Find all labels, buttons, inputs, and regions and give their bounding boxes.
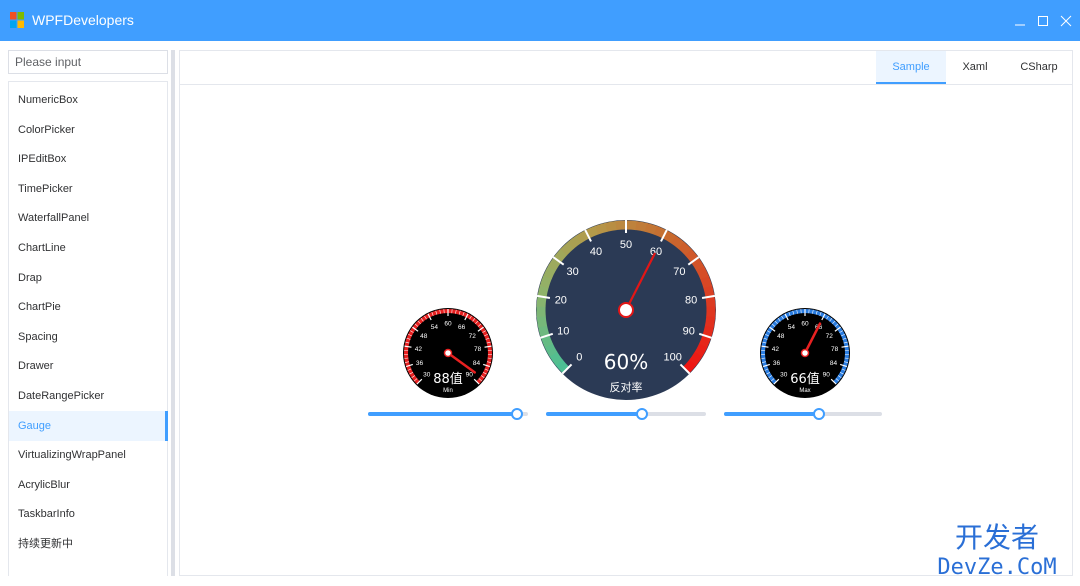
devze-watermark-logo: 开发者 DevZe.CoM bbox=[937, 521, 1056, 580]
gauge-tick-label: 30 bbox=[566, 266, 578, 278]
gauge-tick-label: 48 bbox=[777, 333, 785, 340]
gauge-color-arc bbox=[705, 295, 716, 308]
gauge-tick-label: 30 bbox=[423, 372, 431, 379]
gauge-color-arc bbox=[605, 221, 618, 232]
gauge-tick-label: 60 bbox=[444, 321, 452, 328]
gauge-color-arc bbox=[543, 265, 557, 280]
gauge-tick-label: 90 bbox=[683, 325, 695, 337]
svg-text:开发者: 开发者 bbox=[955, 521, 1039, 554]
gauge-color-arc bbox=[537, 284, 549, 298]
gauge-color-arc bbox=[644, 222, 658, 235]
gauge-tick-label: 40 bbox=[590, 246, 602, 258]
gauge-color-arc bbox=[704, 316, 716, 329]
gauge-tick-label: 36 bbox=[773, 360, 781, 367]
slider-fill bbox=[368, 412, 517, 416]
gauge-tick-label: 50 bbox=[620, 239, 632, 251]
gauge-color-arc bbox=[694, 343, 708, 358]
gauge-value-text: 66值 bbox=[790, 371, 820, 387]
gauge-tick-label: 54 bbox=[788, 324, 796, 331]
gauge-tick-label: 72 bbox=[826, 333, 834, 340]
gauge-color-arc bbox=[698, 334, 712, 349]
slider-thumb[interactable] bbox=[812, 408, 825, 420]
gauge-tick-label: 30 bbox=[780, 372, 788, 379]
gauge-sample-area: 30 36 42 48 54 60 66 72 78 84 90 88值 Min 0 10 20 30 40 50 6… bbox=[0, 0, 1080, 586]
gauge-color-arc bbox=[635, 221, 648, 232]
gauge-tick-label: 36 bbox=[416, 360, 424, 367]
gauge-tick-label: 60 bbox=[650, 246, 662, 258]
gauge-sub-label: Min bbox=[443, 388, 453, 394]
gauge-color-arc bbox=[700, 275, 713, 289]
gauge-color-arc bbox=[678, 241, 693, 256]
gauge-tick-label: 80 bbox=[685, 295, 697, 307]
gauge-value-text: 60% bbox=[604, 350, 648, 374]
gauge-color-arc bbox=[696, 266, 709, 280]
gauge-tick-label: 0 bbox=[576, 352, 582, 364]
gauge-color-arc bbox=[553, 248, 568, 263]
gauge-color-arc bbox=[670, 235, 685, 250]
gauge-tick-label: 72 bbox=[469, 333, 477, 340]
gauge-tick-label: 70 bbox=[673, 266, 685, 278]
gauge-tick-label: 90 bbox=[823, 372, 831, 379]
gauge-color-arc bbox=[688, 352, 703, 367]
gauge-color-arc bbox=[544, 343, 558, 357]
gauge-color-arc bbox=[585, 225, 599, 239]
gauge-needle-hub bbox=[443, 348, 453, 358]
gauges-canvas: 3036424854 60 667278849088值Min010203040506… bbox=[403, 220, 850, 400]
gauge-color-arc bbox=[662, 230, 677, 244]
gauge-color-arc bbox=[691, 257, 705, 272]
gauge-tick-label: 60 bbox=[801, 321, 809, 328]
gauge-color-arc bbox=[625, 220, 638, 231]
gauge-tick-label: 78 bbox=[831, 346, 839, 353]
gauge-tick-label: 42 bbox=[772, 346, 780, 353]
gauge-tick-label: 10 bbox=[557, 325, 569, 337]
gauge-tick-label: 20 bbox=[555, 295, 567, 307]
gauge-color-arc bbox=[536, 315, 548, 328]
slider-fill bbox=[546, 412, 642, 416]
gauge-value-text: 88值 bbox=[433, 371, 463, 387]
gauge-color-arc bbox=[538, 324, 550, 338]
gauge-tick-label: 84 bbox=[473, 360, 481, 367]
gauge-color-arc bbox=[539, 275, 552, 289]
gauge-tick-label: 54 bbox=[431, 324, 439, 331]
gauge-tick-label: 90 bbox=[466, 372, 474, 379]
gauge-color-arc bbox=[549, 351, 563, 366]
gauge-color-arc bbox=[567, 235, 582, 249]
gauge-color-arc bbox=[595, 222, 608, 235]
gauge-sub-label: Max bbox=[799, 388, 810, 394]
gauge-tick-label: 100 bbox=[663, 352, 681, 364]
slider-thumb[interactable] bbox=[510, 408, 523, 420]
slider-thumb[interactable] bbox=[636, 408, 648, 420]
gauge-color-arc bbox=[560, 241, 575, 256]
gauge-tick-label: 48 bbox=[420, 333, 428, 340]
gauge-slider-center[interactable] bbox=[546, 408, 706, 420]
gauge-needle-hub bbox=[618, 302, 634, 318]
gauge-tick-label: 42 bbox=[415, 346, 423, 353]
svg-text:DevZe.CoM: DevZe.CoM bbox=[937, 555, 1056, 580]
gauge-needle-hub bbox=[800, 348, 810, 358]
gauge-slider-right[interactable] bbox=[724, 408, 882, 420]
gauge-tick-label: 78 bbox=[474, 346, 482, 353]
gauge-color-arc bbox=[555, 359, 570, 374]
gauge-tick-label: 66 bbox=[458, 324, 466, 331]
slider-fill bbox=[724, 412, 819, 416]
gauge-tick-label: 84 bbox=[830, 360, 838, 367]
gauge-sub-label: 反对率 bbox=[610, 380, 643, 394]
gauge-slider-left[interactable] bbox=[368, 408, 528, 420]
